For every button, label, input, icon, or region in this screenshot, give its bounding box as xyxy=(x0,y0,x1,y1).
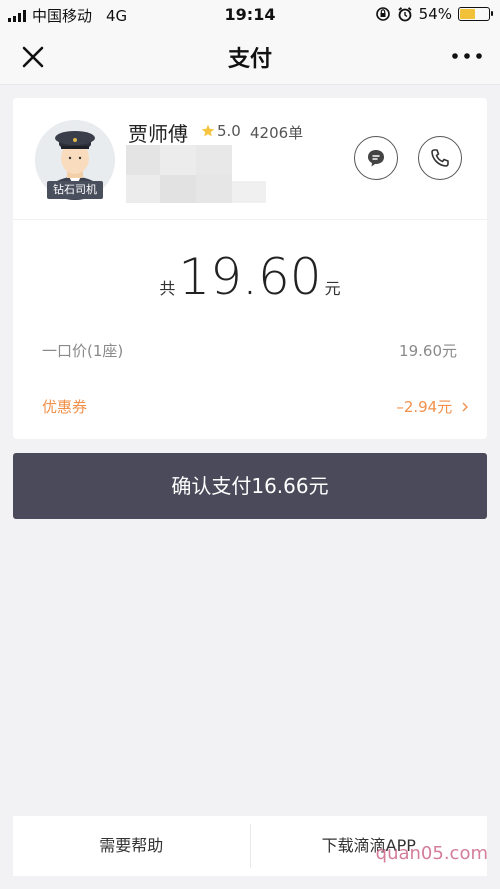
coupon-label: 优惠券 xyxy=(42,398,88,416)
fixed-price-value: 19.60元 xyxy=(399,342,457,360)
chat-icon xyxy=(368,150,384,167)
confirm-pay-button[interactable]: 确认支付16.66元 xyxy=(13,453,487,519)
battery-percent: 54% xyxy=(418,5,452,23)
driver-badge: 钻石司机 xyxy=(47,181,103,199)
driver-name: 贾师傅 xyxy=(128,122,188,146)
alarm-icon xyxy=(398,7,412,22)
total-prefix: 共 xyxy=(159,279,176,298)
message-button[interactable] xyxy=(354,136,398,180)
chevron-right-icon xyxy=(462,402,468,412)
rotation-lock-icon xyxy=(375,7,390,21)
driver-rating: 5.0 xyxy=(201,122,241,140)
status-right: 54% xyxy=(375,5,493,23)
help-button[interactable]: 需要帮助 xyxy=(13,816,250,876)
total-fare: 共19.60 元 xyxy=(13,248,487,306)
more-icon[interactable] xyxy=(450,44,484,68)
order-card: 钻石司机 贾师傅 5.0 4206单 共19.60 元 一口价(1座) 19.60… xyxy=(13,98,487,439)
coupon-value-group: –2.94元 xyxy=(396,396,469,417)
battery-icon xyxy=(458,7,493,21)
call-button[interactable] xyxy=(418,136,462,180)
total-unit: 元 xyxy=(324,279,341,298)
star-icon xyxy=(201,124,215,137)
phone-icon xyxy=(431,149,449,167)
fixed-price-label: 一口价(1座) xyxy=(42,342,124,360)
rating-value: 5.0 xyxy=(217,122,241,140)
total-amount: 19.60 xyxy=(178,248,322,306)
driver-order-count: 4206单 xyxy=(250,124,304,142)
status-bar: 中国移动 4G 19:14 54% xyxy=(0,0,500,28)
watermark-text: quan05.com xyxy=(375,843,488,864)
card-divider xyxy=(13,219,487,220)
coupon-value: –2.94元 xyxy=(396,398,453,416)
page-title: 支付 xyxy=(227,47,272,72)
nav-bar: 支付 xyxy=(0,28,500,85)
